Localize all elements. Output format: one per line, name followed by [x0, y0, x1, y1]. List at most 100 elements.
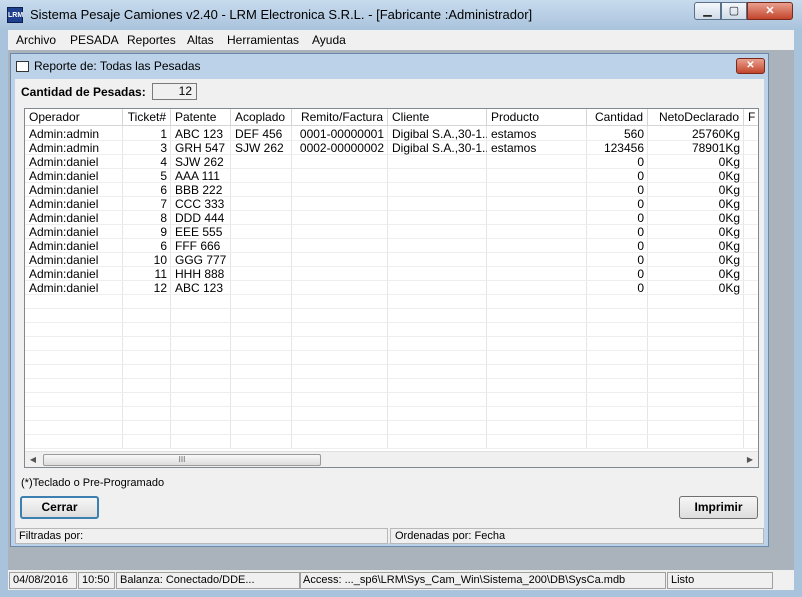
- empty-row[interactable]: [25, 379, 758, 393]
- cell-acoplado: [231, 197, 292, 211]
- cell-neto: 0Kg: [718, 267, 740, 281]
- cell-neto: 0Kg: [718, 169, 740, 183]
- cell-patente: AAA 111: [175, 169, 220, 183]
- cell-remito: [292, 239, 388, 253]
- cell-operador: Admin:daniel: [29, 225, 99, 239]
- menu-altas[interactable]: Altas: [187, 33, 214, 47]
- table-row[interactable]: Admin:admin 1 ABC 123 DEF 456 0001-00000001 D…: [25, 127, 758, 141]
- cell-producto: [487, 183, 587, 197]
- empty-row[interactable]: [25, 393, 758, 407]
- empty-row[interactable]: [25, 309, 758, 323]
- table-row[interactable]: Admin:daniel 11 HHH 888 0 0Kg: [25, 267, 758, 281]
- cell-ticket: 7: [160, 197, 167, 211]
- cell-operador: Admin:daniel: [29, 197, 99, 211]
- maximize-button[interactable]: ▢: [721, 2, 747, 20]
- empty-row[interactable]: [25, 323, 758, 337]
- table-row[interactable]: Admin:daniel 9 EEE 555 0 0Kg: [25, 225, 758, 239]
- status-state: Listo: [667, 572, 773, 589]
- column-header-acoplado[interactable]: Acoplado: [231, 109, 292, 126]
- scroll-thumb[interactable]: III: [43, 454, 321, 466]
- cell-acoplado: [231, 169, 292, 183]
- entry-note: (*)Teclado o Pre-Programado: [21, 477, 165, 489]
- table-row[interactable]: Admin:daniel 6 BBB 222 0 0Kg: [25, 183, 758, 197]
- cell-cliente: [388, 267, 487, 281]
- cell-patente: GRH 547: [175, 141, 226, 155]
- column-header-remito[interactable]: Remito/Factura: [292, 109, 388, 126]
- empty-row[interactable]: [25, 435, 758, 449]
- cell-neto: 25760Kg: [691, 127, 740, 141]
- menu-herramientas[interactable]: Herramientas: [227, 33, 299, 47]
- empty-row[interactable]: [25, 337, 758, 351]
- cell-remito: [292, 155, 388, 169]
- column-header-cantidad[interactable]: Cantidad: [587, 109, 648, 126]
- table-row[interactable]: Admin:daniel 6 FFF 666 0 0Kg: [25, 239, 758, 253]
- cerrar-button[interactable]: Cerrar: [20, 496, 99, 519]
- minimize-button[interactable]: ▁: [694, 2, 721, 20]
- cell-operador: Admin:daniel: [29, 253, 99, 267]
- cell-ticket: 9: [160, 225, 167, 239]
- cell-acoplado: [231, 253, 292, 267]
- cell-patente: BBB 222: [175, 183, 223, 197]
- table-row[interactable]: Admin:daniel 4 SJW 262 0 0Kg: [25, 155, 758, 169]
- scroll-right-icon[interactable]: ▶: [744, 454, 756, 466]
- column-header-producto[interactable]: Producto: [487, 109, 587, 126]
- cell-producto: [487, 253, 587, 267]
- menu-reportes[interactable]: Reportes: [127, 33, 176, 47]
- app-icon[interactable]: LRM: [7, 7, 23, 23]
- cell-neto: 0Kg: [718, 281, 740, 295]
- cell-patente: FFF 666: [175, 239, 221, 253]
- cell-cliente: [388, 155, 487, 169]
- cell-ticket: 3: [160, 141, 167, 155]
- cell-neto: 0Kg: [718, 155, 740, 169]
- menu-pesada[interactable]: PESADA: [70, 33, 119, 47]
- cell-neto: 0Kg: [718, 183, 740, 197]
- cell-cantidad: 123456: [603, 141, 644, 155]
- report-window-icon[interactable]: [16, 61, 29, 72]
- horizontal-scrollbar[interactable]: ◀ III ▶: [25, 451, 758, 467]
- column-header-neto[interactable]: NetoDeclarado: [648, 109, 744, 126]
- cell-cliente: [388, 183, 487, 197]
- cell-cliente: [388, 197, 487, 211]
- report-close-icon[interactable]: ✕: [736, 58, 765, 74]
- cell-neto: 78901Kg: [691, 141, 740, 155]
- empty-row[interactable]: [25, 351, 758, 365]
- cell-cliente: Digibal S.A.,30-1...: [392, 127, 487, 141]
- cell-cantidad: 0: [637, 239, 644, 253]
- status-access: Access: ..._sp6\LRM\Sys_Cam_Win\Sistema_…: [299, 572, 666, 589]
- report-grid[interactable]: Operador Ticket# Patente Acoplado Remito…: [24, 108, 759, 468]
- cell-remito: [292, 197, 388, 211]
- column-header-f[interactable]: F: [744, 109, 758, 126]
- cell-producto: [487, 169, 587, 183]
- cell-ticket: 12: [153, 281, 167, 295]
- column-header-cliente[interactable]: Cliente: [388, 109, 487, 126]
- table-row[interactable]: Admin:daniel 8 DDD 444 0 0Kg: [25, 211, 758, 225]
- menu-ayuda[interactable]: Ayuda: [312, 33, 346, 47]
- cell-operador: Admin:admin: [29, 141, 100, 155]
- imprimir-button[interactable]: Imprimir: [679, 496, 758, 519]
- order-panel: Ordenadas por: Fecha: [390, 528, 764, 544]
- cell-cantidad: 0: [637, 225, 644, 239]
- scroll-left-icon[interactable]: ◀: [27, 454, 39, 466]
- close-button[interactable]: ✕: [747, 2, 793, 20]
- empty-row[interactable]: [25, 407, 758, 421]
- cell-cantidad: 0: [637, 253, 644, 267]
- cell-remito: [292, 211, 388, 225]
- table-row[interactable]: Admin:daniel 5 AAA 111 0 0Kg: [25, 169, 758, 183]
- table-row[interactable]: Admin:daniel 12 ABC 123 0 0Kg: [25, 281, 758, 295]
- empty-row[interactable]: [25, 365, 758, 379]
- table-row[interactable]: Admin:daniel 7 CCC 333 0 0Kg: [25, 197, 758, 211]
- count-label: Cantidad de Pesadas:: [21, 85, 146, 99]
- empty-row[interactable]: [25, 295, 758, 309]
- table-row[interactable]: Admin:daniel 10 GGG 777 0 0Kg: [25, 253, 758, 267]
- status-bar: 04/08/2016 10:50 Balanza: Conectado/DDE.…: [8, 570, 794, 590]
- cell-ticket: 5: [160, 169, 167, 183]
- column-header-operador[interactable]: Operador: [25, 109, 123, 126]
- cell-patente: GGG 777: [175, 253, 227, 267]
- column-header-patente[interactable]: Patente: [171, 109, 231, 126]
- menu-archivo[interactable]: Archivo: [16, 33, 56, 47]
- column-header-ticket[interactable]: Ticket#: [123, 109, 171, 126]
- cell-acoplado: [231, 281, 292, 295]
- empty-row[interactable]: [25, 421, 758, 435]
- table-row[interactable]: Admin:admin 3 GRH 547 SJW 262 0002-00000002 D…: [25, 141, 758, 155]
- cell-remito: [292, 169, 388, 183]
